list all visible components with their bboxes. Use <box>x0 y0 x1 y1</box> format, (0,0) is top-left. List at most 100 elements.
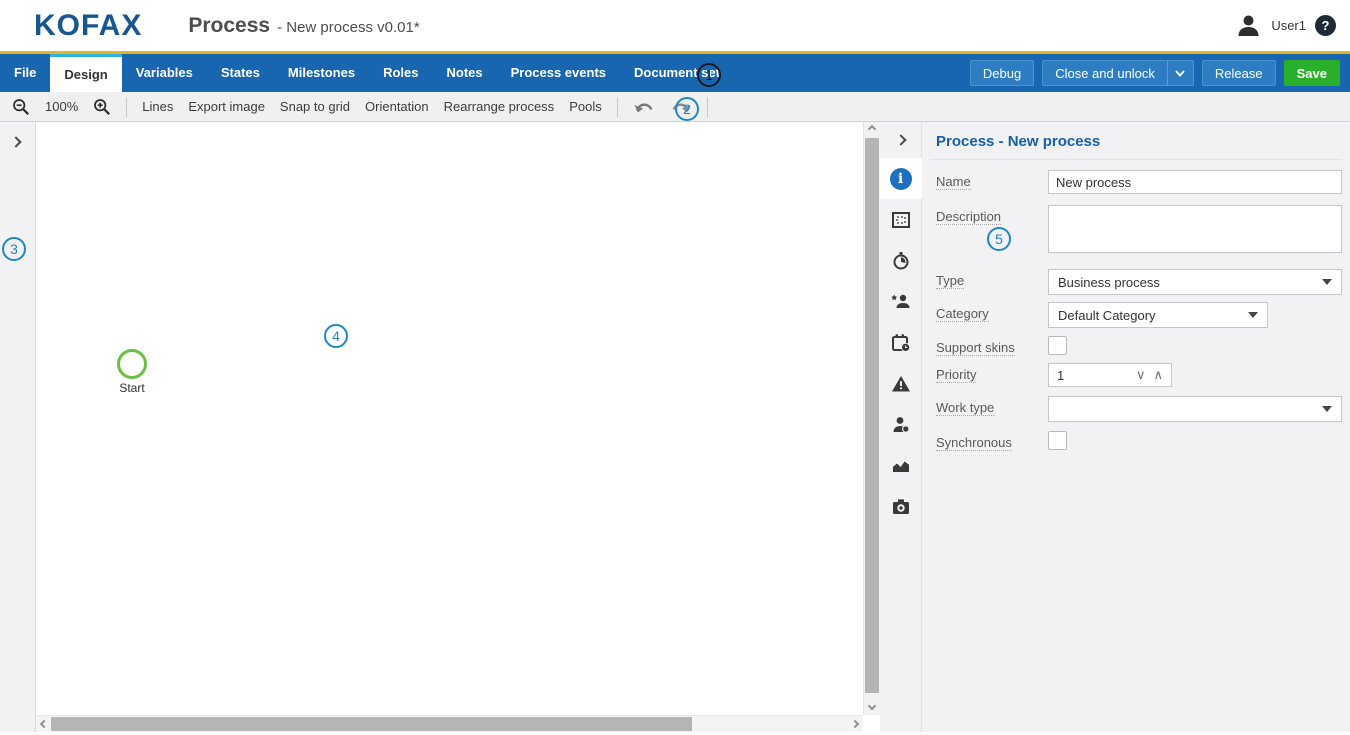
category-label: Category <box>930 302 1048 328</box>
frame-icon <box>891 210 911 230</box>
name-label: Name <box>930 170 1048 194</box>
properties-panel: i <box>880 122 1350 732</box>
expand-palette-icon[interactable] <box>10 136 21 147</box>
tab-design[interactable]: Design <box>50 54 121 92</box>
support-skins-label: Support skins <box>930 336 1048 355</box>
tab-reporting[interactable] <box>880 445 922 486</box>
synchronous-checkbox[interactable] <box>1048 431 1067 450</box>
annotation-1: 1 <box>697 63 721 87</box>
priority-decrease-icon[interactable]: ∨ <box>1136 367 1146 383</box>
tab-resources[interactable] <box>880 404 922 445</box>
toolbar-item-pools[interactable]: Pools <box>569 99 602 114</box>
canvas-vertical-scrollbar[interactable] <box>863 122 880 715</box>
toolbar-item-export-image[interactable]: Export image <box>188 99 265 114</box>
properties-icon-strip: i <box>880 122 922 732</box>
collapse-panel-button[interactable] <box>880 122 922 158</box>
save-button[interactable]: Save <box>1284 60 1340 86</box>
type-value: Business process <box>1058 275 1160 290</box>
type-dropdown[interactable]: Business process <box>1048 269 1342 295</box>
annotation-3: 3 <box>2 237 26 261</box>
properties-title: Process - New process <box>930 122 1342 160</box>
scroll-left-icon[interactable] <box>40 720 48 728</box>
user-avatar-icon[interactable] <box>1235 12 1262 39</box>
category-dropdown[interactable]: Default Category <box>1048 302 1268 328</box>
toolbar-separator <box>707 97 708 117</box>
calendar-clock-icon <box>891 333 911 353</box>
priority-spinner[interactable]: 1 ∨ ∧ <box>1048 363 1172 387</box>
toolbar-item-lines[interactable]: Lines <box>142 99 173 114</box>
warning-icon <box>891 374 911 394</box>
kofax-logo: KOFAX <box>34 9 142 43</box>
work-type-label: Work type <box>930 396 1048 422</box>
zoom-in-icon[interactable] <box>93 98 111 116</box>
tab-schedule[interactable] <box>880 322 922 363</box>
tab-roles-access[interactable] <box>880 281 922 322</box>
chart-icon <box>891 456 911 476</box>
tab-exceptions[interactable] <box>880 363 922 404</box>
toolbar-item-snap-to-grid[interactable]: Snap to grid <box>280 99 350 114</box>
tab-variables[interactable]: Variables <box>122 54 207 92</box>
description-input[interactable] <box>1048 205 1342 253</box>
scroll-down-icon[interactable] <box>868 702 876 710</box>
info-icon: i <box>890 168 912 190</box>
start-node-label: Start <box>102 381 162 395</box>
tab-capture-settings[interactable] <box>880 486 922 527</box>
priority-label: Priority <box>930 363 1048 387</box>
support-skins-checkbox[interactable] <box>1048 336 1067 355</box>
close-and-unlock-button[interactable]: Close and unlock <box>1042 60 1194 86</box>
category-value: Default Category <box>1058 308 1156 323</box>
start-node[interactable] <box>117 349 147 379</box>
annotation-4: 4 <box>324 324 348 348</box>
toolbar-item-orientation[interactable]: Orientation <box>365 99 429 114</box>
tab-states[interactable]: States <box>207 54 274 92</box>
toolbar-item-rearrange-process[interactable]: Rearrange process <box>444 99 555 114</box>
name-input[interactable] <box>1048 170 1342 194</box>
undo-icon[interactable] <box>633 100 655 114</box>
canvas-area: Start <box>36 122 880 732</box>
menu-bar: File Design Variables States Milestones … <box>0 54 1350 92</box>
zoom-out-icon[interactable] <box>12 98 30 116</box>
tab-roles[interactable]: Roles <box>369 54 432 92</box>
horizontal-scroll-thumb[interactable] <box>51 717 692 731</box>
priority-value: 1 <box>1057 368 1064 383</box>
properties-form: Process - New process Name Description T… <box>922 122 1350 732</box>
close-and-unlock-label[interactable]: Close and unlock <box>1043 61 1167 85</box>
tab-milestones[interactable]: Milestones <box>274 54 369 92</box>
vertical-scroll-thumb[interactable] <box>865 138 879 693</box>
dropdown-arrow-icon <box>1322 279 1332 285</box>
palette-panel-collapsed <box>0 122 36 732</box>
release-button[interactable]: Release <box>1202 60 1276 86</box>
annotation-2: 2 <box>675 97 699 121</box>
dropdown-arrow-icon <box>1248 312 1258 318</box>
dropdown-arrow-icon <box>1322 406 1332 412</box>
tab-general-info[interactable]: i <box>880 158 922 199</box>
process-canvas[interactable]: Start <box>36 122 863 715</box>
scroll-up-icon[interactable] <box>868 125 876 133</box>
scroll-right-icon[interactable] <box>851 720 859 728</box>
canvas-horizontal-scrollbar[interactable] <box>36 715 863 732</box>
tab-display-settings[interactable] <box>880 199 922 240</box>
tab-file[interactable]: File <box>0 54 50 92</box>
tab-timing[interactable] <box>880 240 922 281</box>
toolbar-separator <box>617 97 618 117</box>
add-person-icon <box>891 292 911 312</box>
tab-notes[interactable]: Notes <box>432 54 496 92</box>
app-title: Process <box>188 14 270 38</box>
debug-button[interactable]: Debug <box>970 60 1034 86</box>
work-type-dropdown[interactable] <box>1048 396 1342 422</box>
person-icon <box>891 415 911 435</box>
close-and-unlock-dropdown[interactable] <box>1167 61 1193 85</box>
window-title: Process - New process v0.01* <box>188 14 419 38</box>
user-name: User1 <box>1271 18 1306 33</box>
priority-increase-icon[interactable]: ∧ <box>1153 367 1163 383</box>
camera-gear-icon <box>891 497 911 517</box>
zoom-level: 100% <box>45 99 78 114</box>
help-icon[interactable]: ? <box>1315 15 1336 36</box>
type-label: Type <box>930 269 1048 295</box>
app-header: KOFAX Process - New process v0.01* User1… <box>0 0 1350 54</box>
toolbar-separator <box>126 97 127 117</box>
collapse-panel-icon <box>895 134 906 145</box>
document-version-title: - New process v0.01* <box>277 19 420 36</box>
synchronous-label: Synchronous <box>930 431 1048 450</box>
tab-process-events[interactable]: Process events <box>497 54 620 92</box>
